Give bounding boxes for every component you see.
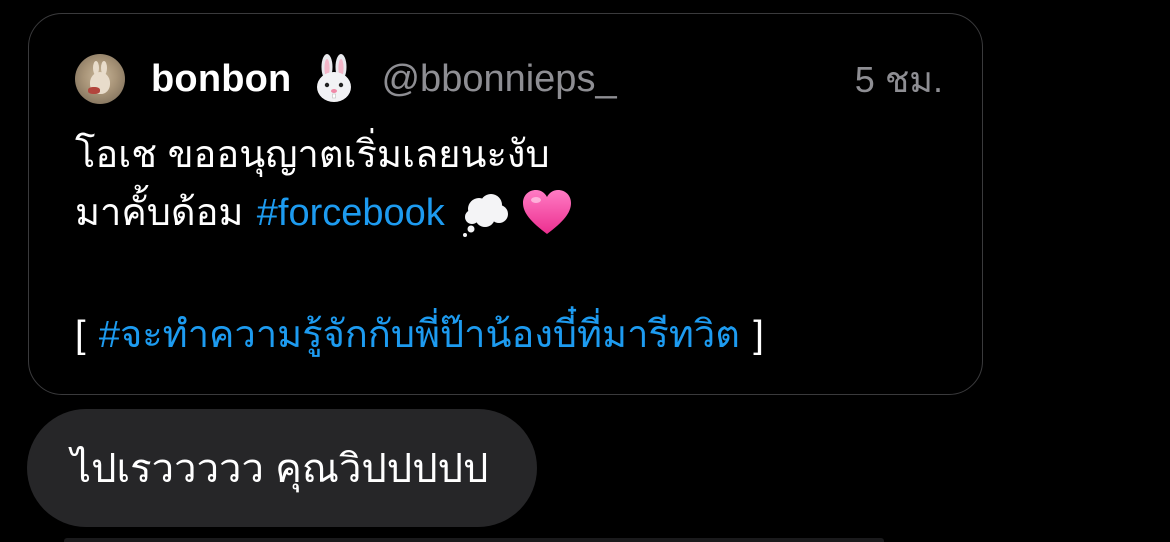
thought-balloon-emoji-icon xyxy=(462,194,508,237)
reply-message-text: ไปเรววววว คุณวิปปปปป xyxy=(71,447,489,491)
post-text-line-2: มาคั้บด้อม xyxy=(75,192,244,234)
quoted-post-header: bonbon @bbonnieps_ 5 ชม. xyxy=(75,54,943,104)
post-text-line: โอเช ขออนุญาตเริ่มเลยนะงับ xyxy=(75,126,955,184)
author-display-name[interactable]: bonbon xyxy=(151,58,291,101)
close-bracket: ] xyxy=(753,314,764,356)
avatar-bow xyxy=(88,87,100,94)
hashtag-introduction-link[interactable]: #จะทำความรู้จักกับพี่ป๊าน้องบี๋ที่มารีทว… xyxy=(99,306,740,364)
quoted-post-card[interactable]: bonbon @bbonnieps_ 5 ชม. โอเช ขออนุญาตเร… xyxy=(28,13,983,395)
next-message-edge xyxy=(64,538,884,542)
author-avatar[interactable] xyxy=(75,54,125,104)
hashtag-forcebook-link[interactable]: #forcebook xyxy=(257,184,445,242)
post-timestamp: 5 ชม. xyxy=(854,58,943,100)
post-text-line: [ #จะทำความรู้จักกับพี่ป๊าน้องบี๋ที่มารี… xyxy=(75,306,955,364)
open-bracket: [ xyxy=(75,314,86,356)
pink-heart-emoji-icon xyxy=(522,190,571,234)
post-text-line: มาคั้บด้อม #forcebook xyxy=(75,184,955,242)
quoted-post-body: โอเช ขออนุญาตเริ่มเลยนะงับ มาคั้บด้อม #f… xyxy=(75,126,955,364)
post-text-line-1: โอเช ขออนุญาตเริ่มเลยนะงับ xyxy=(75,134,550,176)
reply-message-bubble[interactable]: ไปเรววววว คุณวิปปปปป xyxy=(27,409,537,527)
author-handle[interactable]: @bbonnieps_ xyxy=(381,58,616,101)
rabbit-face-emoji-icon xyxy=(317,54,352,102)
